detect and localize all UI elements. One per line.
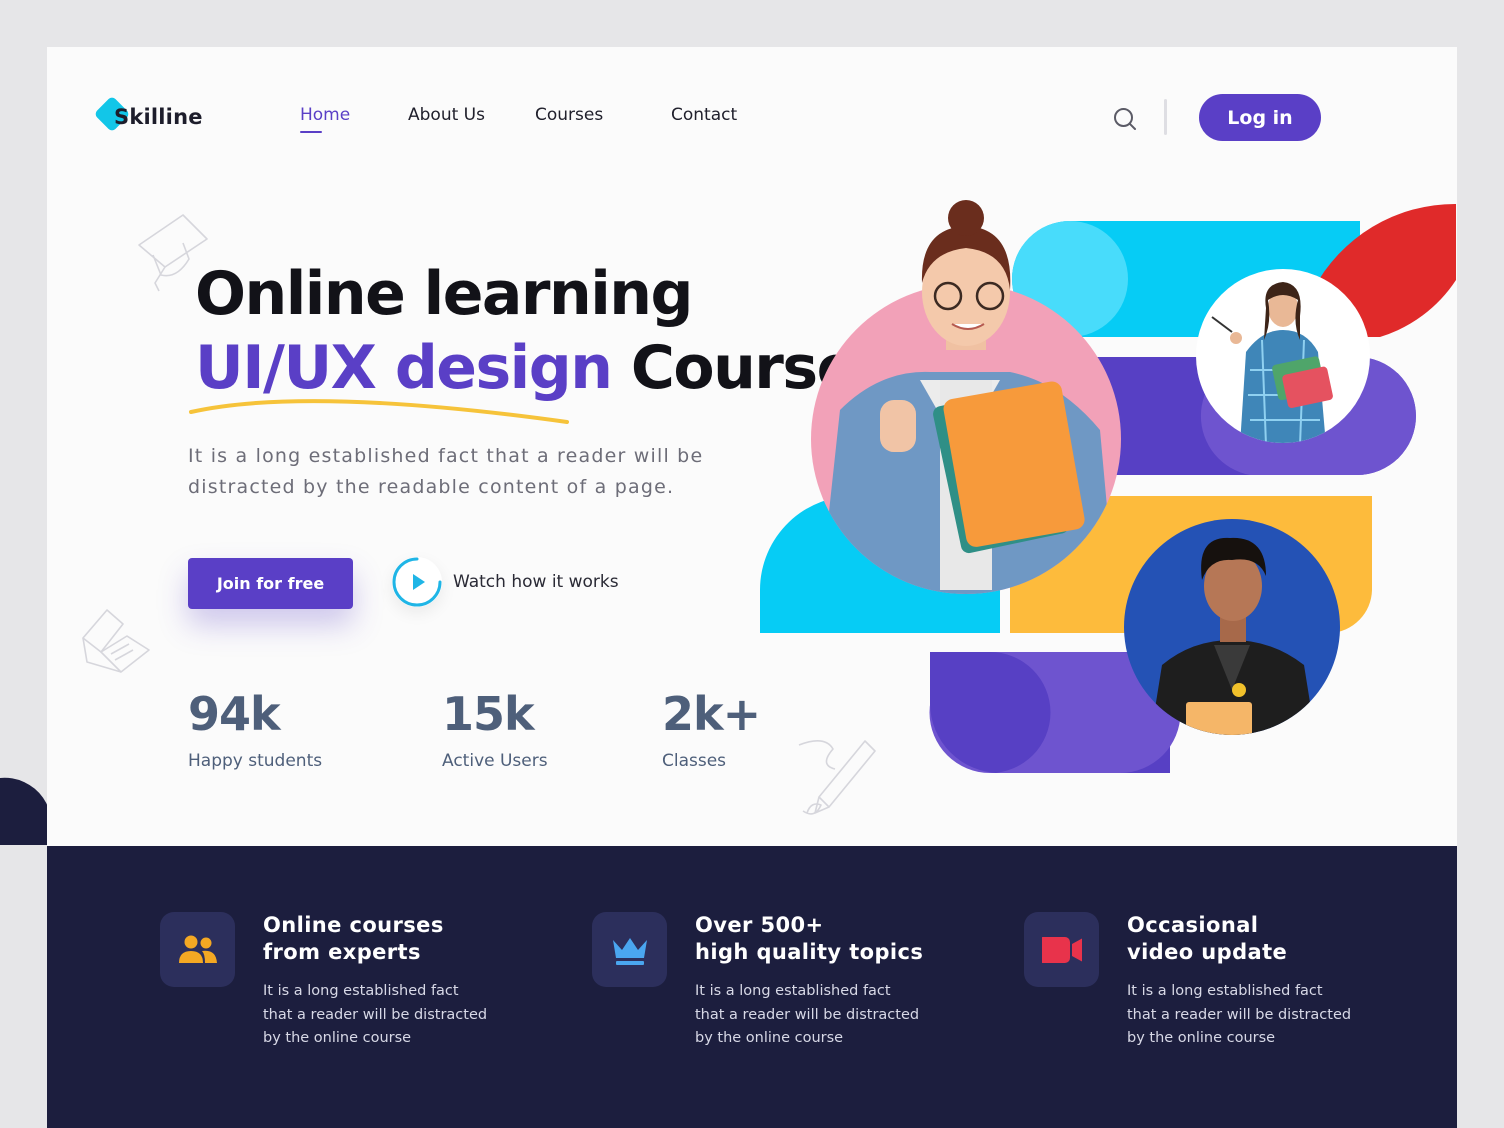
video-camera-icon [1042,937,1082,963]
feature-description: It is a long established fact that a rea… [695,983,920,1046]
feature-icon-box [592,912,667,987]
users-icon [179,935,217,963]
feature-description: It is a long established fact that a rea… [1127,983,1352,1046]
features-section: Online courses from experts It is a long… [47,846,1457,1128]
feature-title: Over 500+ high quality topics [695,913,924,964]
feature-icon-box [1024,912,1099,987]
crown-icon [613,938,647,965]
hero-illustration [760,200,1456,773]
feature-icon-box [160,912,235,987]
feature-description: It is a long established fact that a rea… [263,983,488,1046]
feature-title: Online courses from experts [263,913,444,964]
feature-title: Occasional video update [1127,913,1288,964]
